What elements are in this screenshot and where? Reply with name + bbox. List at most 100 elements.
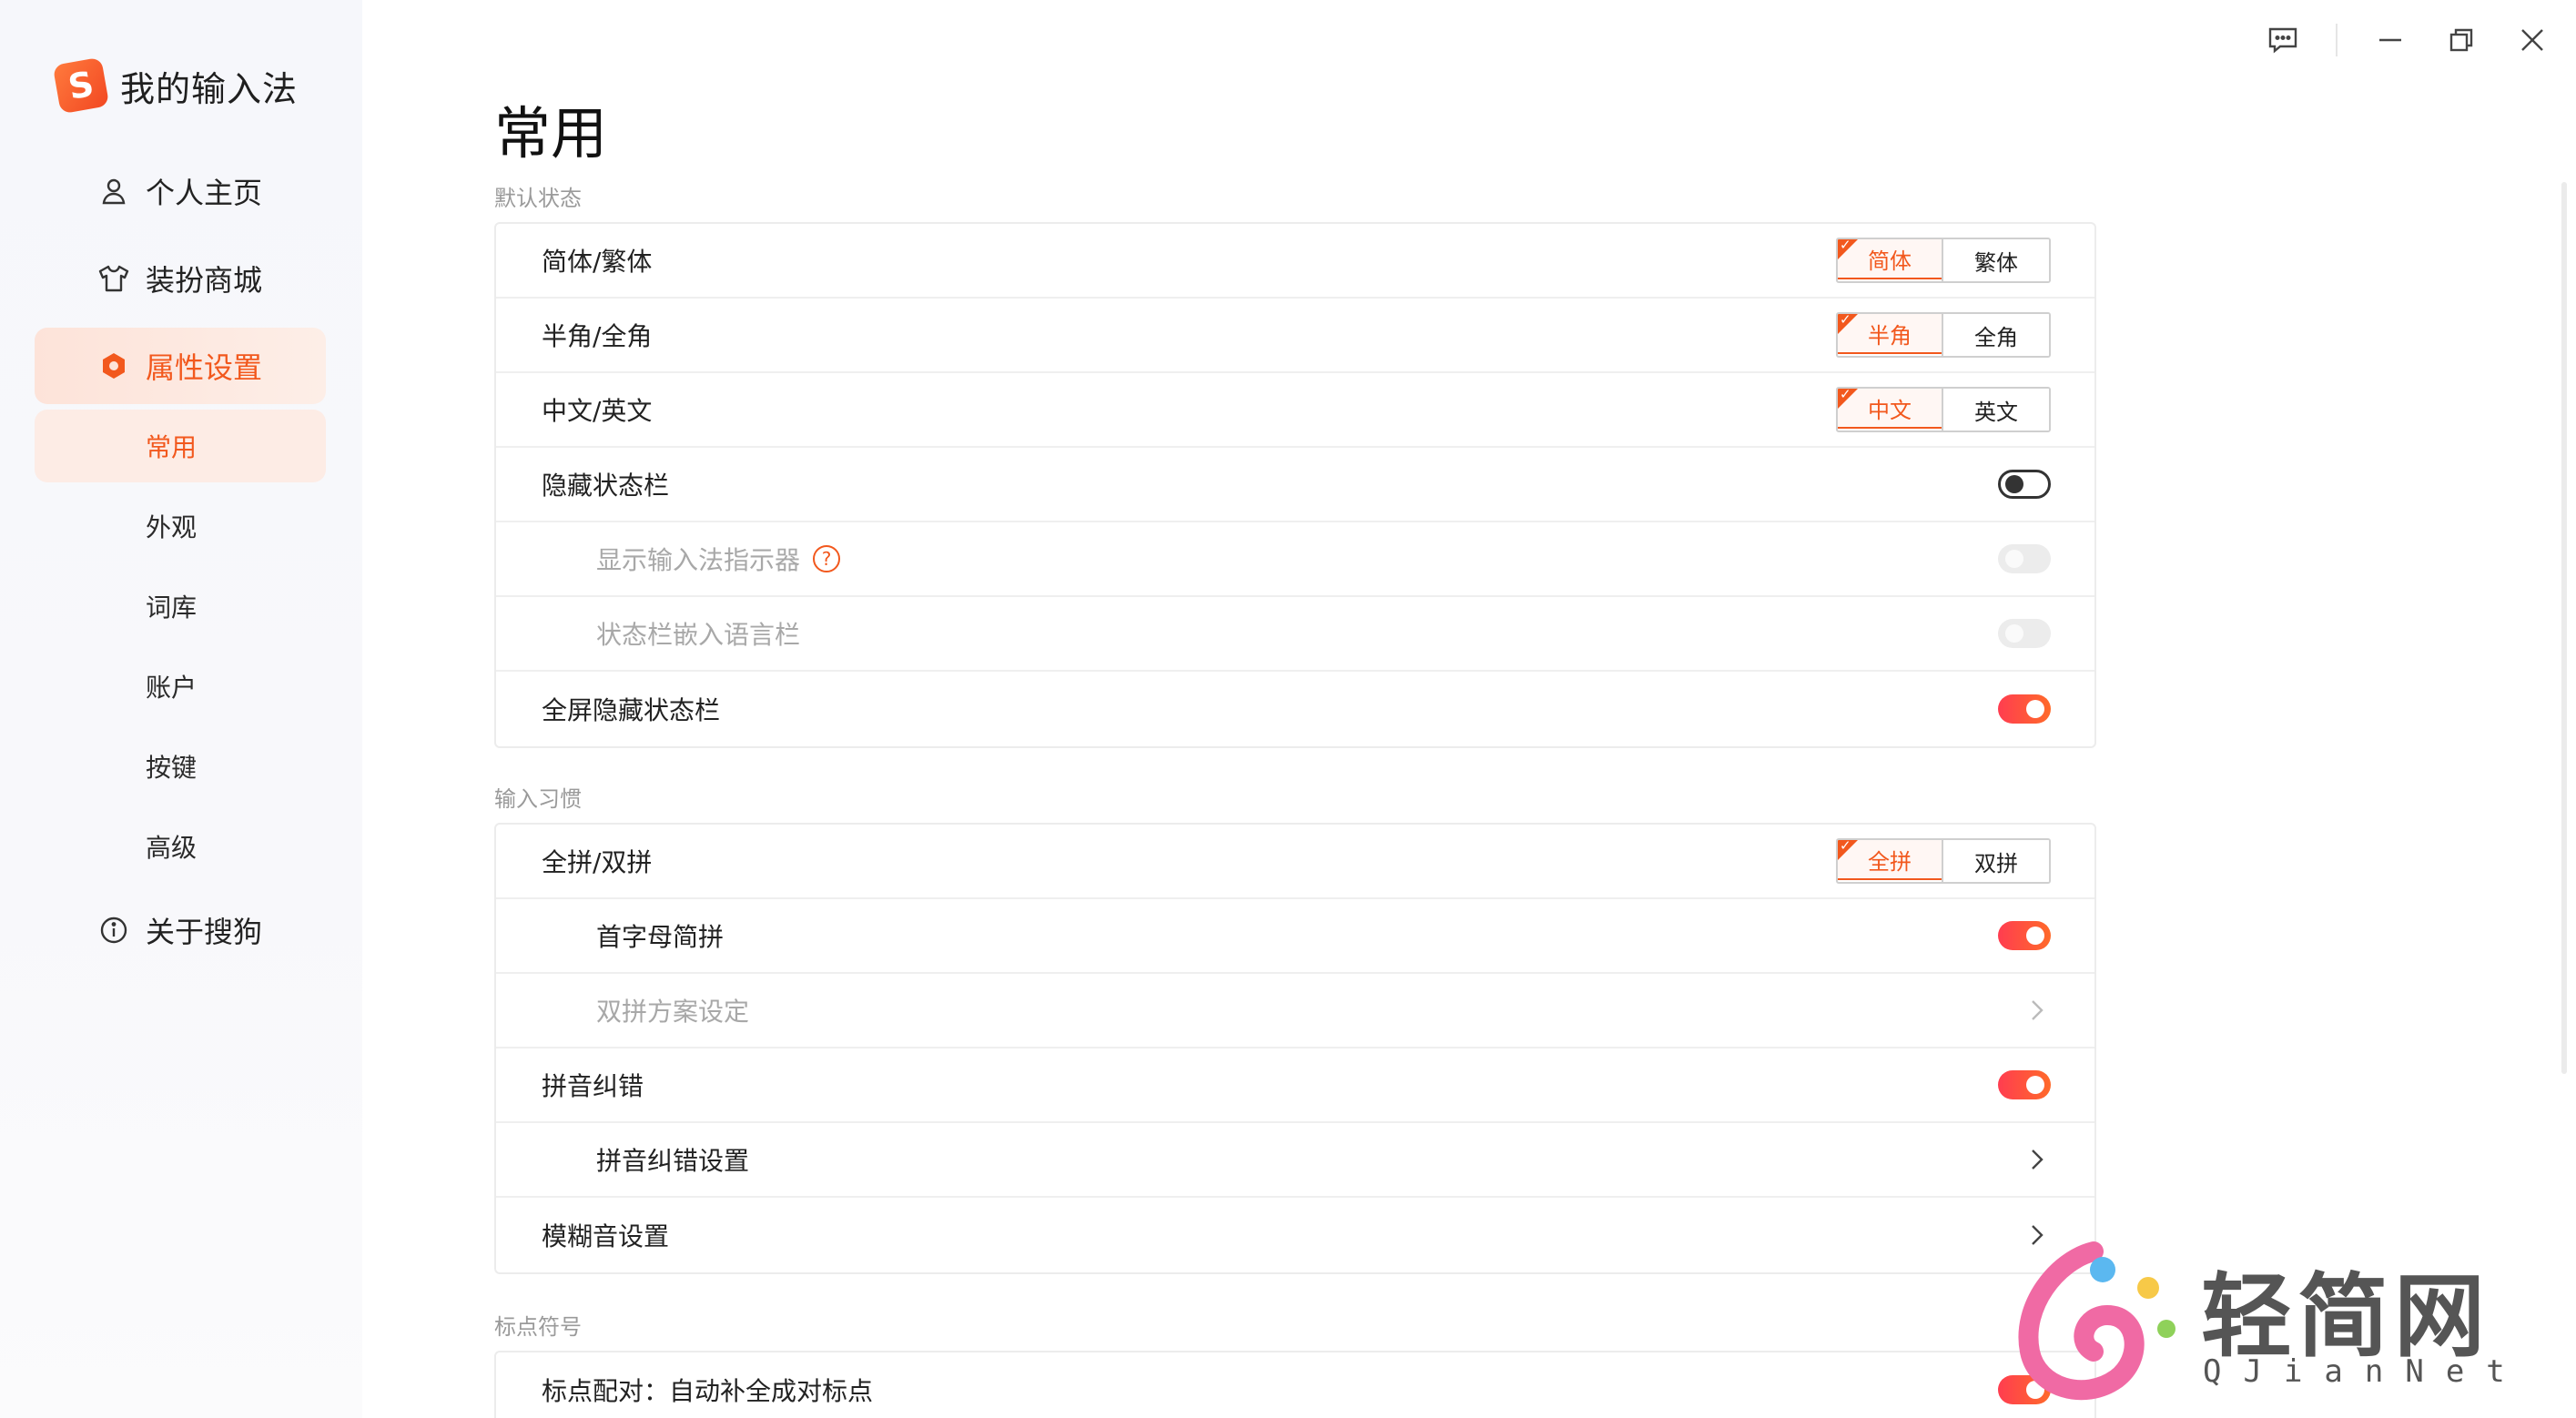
toggle-fullscreen-hide[interactable]	[1998, 694, 2051, 724]
setting-row-embed-lang-bar: 状态栏嵌入语言栏	[496, 597, 2094, 672]
shirt-icon	[98, 263, 129, 294]
chevron-right-icon	[2023, 1146, 2051, 1173]
user-icon	[98, 176, 129, 207]
sidebar-item-label: 个人主页	[146, 176, 263, 210]
section-label-default-state: 默认状态	[494, 186, 582, 211]
setting-row-fuzzy[interactable]: 模糊音设置	[496, 1198, 2094, 1272]
sidebar-item-settings[interactable]: 属性设置	[35, 328, 326, 404]
setting-row-hide-status-bar: 隐藏状态栏	[496, 448, 2094, 522]
card-default-state: 简体/繁体 ✓ 简体 繁体 半角/全角 ✓ 半角 全角 中文/英文 ✓ 中文 英文 隐…	[494, 222, 2096, 748]
toggle-initial-abbrev[interactable]	[1998, 921, 2051, 950]
chevron-right-icon	[2023, 997, 2051, 1024]
sidebar-item-label: 属性设置	[146, 350, 263, 385]
toggle-pinyin-correct[interactable]	[1998, 1070, 2051, 1099]
toggle-knob	[2005, 550, 2023, 568]
sidebar-subitem-account[interactable]: 账户	[35, 650, 326, 723]
option-full-width[interactable]: 全角	[1942, 314, 2049, 356]
setting-label: 隐藏状态栏	[542, 471, 670, 501]
setting-row-show-indicator: 显示输入法指示器 ?	[496, 522, 2094, 597]
segmented-cn-en: ✓ 中文 英文	[1836, 387, 2051, 432]
toggle-knob	[2005, 475, 2023, 493]
watermark-logo-icon	[2018, 1241, 2175, 1401]
sidebar-item-label: 装扮商城	[146, 263, 263, 298]
option-label: 双拼	[1974, 850, 2018, 876]
setting-label-wrap: 显示输入法指示器 ?	[542, 541, 841, 577]
sidebar-item-store[interactable]: 装扮商城	[35, 240, 326, 317]
segmented-simp-trad: ✓ 简体 繁体	[1836, 238, 2051, 283]
setting-row-pinyin-correct-settings[interactable]: 拼音纠错设置	[496, 1123, 2094, 1198]
option-label: 繁体	[1974, 249, 2018, 276]
restore-icon[interactable]	[2443, 22, 2480, 58]
setting-label: 简体/繁体	[542, 247, 653, 277]
setting-row-double-scheme[interactable]: 双拼方案设定	[496, 974, 2094, 1048]
setting-row-half-full: 半角/全角 ✓ 半角 全角	[496, 299, 2094, 373]
card-punctuation: 标点配对：自动补全成对标点	[494, 1351, 2096, 1418]
toggle-knob	[2026, 927, 2044, 945]
sidebar-subitem-appearance[interactable]: 外观	[35, 490, 326, 562]
option-label: 全角	[1974, 324, 2018, 350]
watermark-subtext: QJianNet	[2203, 1353, 2527, 1390]
check-icon: ✓	[1840, 387, 1851, 402]
toggle-show-indicator	[1998, 544, 2051, 573]
option-english[interactable]: 英文	[1942, 389, 2049, 430]
section-label-punctuation: 标点符号	[494, 1314, 582, 1340]
toggle-hide-status-bar[interactable]	[1998, 470, 2051, 499]
setting-row-full-double: 全拼/双拼 ✓ 全拼 双拼	[496, 825, 2094, 899]
minimize-icon[interactable]	[2372, 22, 2409, 58]
setting-label: 拼音纠错设置	[596, 1146, 750, 1176]
help-icon[interactable]: ?	[813, 545, 841, 572]
setting-label: 标点配对：自动补全成对标点	[542, 1376, 874, 1406]
toggle-embed-lang-bar	[1998, 619, 2051, 648]
option-label: 简体	[1868, 248, 1912, 274]
setting-label: 模糊音设置	[542, 1221, 670, 1251]
setting-label: 半角/全角	[542, 321, 653, 351]
setting-label: 显示输入法指示器	[596, 545, 801, 575]
option-double-pinyin[interactable]: 双拼	[1942, 840, 2049, 882]
page-title: 常用	[494, 100, 608, 167]
option-label: 半角	[1868, 322, 1912, 349]
settings-sub-list: 常用 外观 词库 账户 按键 高级	[35, 410, 326, 883]
setting-row-punct-pairing: 标点配对：自动补全成对标点	[496, 1352, 2094, 1418]
window-controls	[2265, 22, 2551, 58]
card-input-habit: 全拼/双拼 ✓ 全拼 双拼 首字母简拼 双拼方案设定 拼音纠错 拼音纠错设置 模…	[494, 823, 2096, 1274]
option-label: 英文	[1974, 399, 2018, 425]
option-label: 中文	[1868, 397, 1912, 423]
setting-label: 全屏隐藏状态栏	[542, 695, 721, 725]
section-label-input-habit: 输入习惯	[494, 786, 582, 812]
sidebar-subitem-keys[interactable]: 按键	[35, 730, 326, 803]
setting-label: 全拼/双拼	[542, 847, 653, 877]
feedback-icon[interactable]	[2265, 22, 2301, 58]
option-label: 全拼	[1868, 848, 1912, 875]
info-icon	[98, 915, 129, 946]
toggle-knob	[2005, 624, 2023, 643]
setting-label: 首字母简拼	[596, 922, 725, 952]
option-chinese[interactable]: ✓ 中文	[1838, 387, 1943, 429]
sidebar-item-label: 关于搜狗	[146, 915, 263, 949]
brand: S 我的输入法	[52, 56, 298, 115]
divider	[2336, 24, 2338, 56]
option-simplified[interactable]: ✓ 简体	[1838, 238, 1943, 279]
setting-label: 拼音纠错	[542, 1071, 644, 1101]
close-icon[interactable]	[2514, 22, 2551, 58]
sidebar-item-about[interactable]: 关于搜狗	[35, 892, 326, 968]
option-traditional[interactable]: 繁体	[1942, 239, 2049, 281]
sidebar-item-home[interactable]: 个人主页	[35, 153, 326, 229]
toggle-knob	[2026, 700, 2044, 718]
setting-row-initial-abbrev: 首字母简拼	[496, 899, 2094, 974]
option-full-pinyin[interactable]: ✓ 全拼	[1838, 840, 1943, 880]
sidebar-subitem-advanced[interactable]: 高级	[35, 810, 326, 883]
hexagon-settings-icon	[98, 350, 129, 381]
sidebar-subitem-dictionary[interactable]: 词库	[35, 570, 326, 643]
option-half-width[interactable]: ✓ 半角	[1838, 314, 1943, 354]
watermark: 轻简网 QJianNet	[1993, 1233, 2558, 1406]
setting-row-simp-trad: 简体/繁体 ✓ 简体 繁体	[496, 224, 2094, 299]
sogou-logo-icon: S	[52, 56, 110, 115]
segmented-full-double: ✓ 全拼 双拼	[1836, 838, 2051, 884]
setting-row-fullscreen-hide: 全屏隐藏状态栏	[496, 672, 2094, 746]
sidebar-nav: 个人主页 装扮商城 属性设置 常用 外观 词库 账户 按键 高级 关于搜狗	[35, 153, 326, 979]
check-icon: ✓	[1840, 238, 1851, 253]
scrollbar[interactable]	[2561, 182, 2567, 1074]
setting-label: 中文/英文	[542, 396, 653, 426]
sidebar-subitem-common[interactable]: 常用	[35, 410, 326, 482]
segmented-half-full: ✓ 半角 全角	[1836, 312, 2051, 358]
